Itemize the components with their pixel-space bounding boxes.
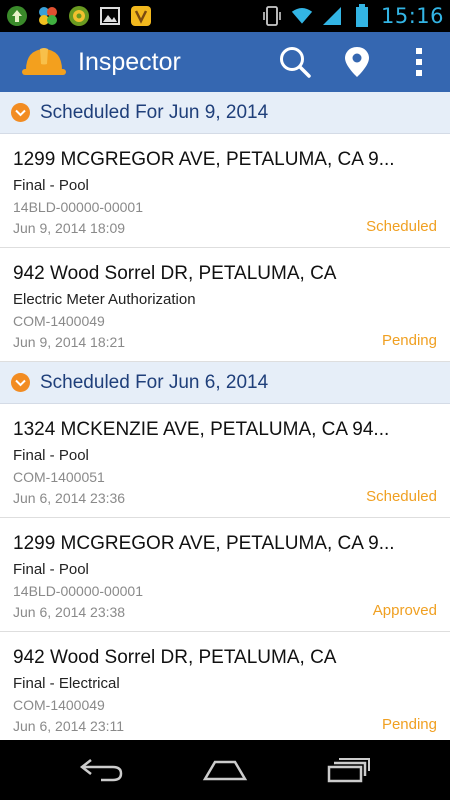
- item-type: Final - Electrical: [13, 675, 120, 692]
- back-icon: [79, 759, 122, 782]
- settings-app-icon: [68, 5, 90, 27]
- recent-apps-icon: [328, 758, 371, 783]
- notification-icons: [6, 5, 152, 27]
- home-button[interactable]: [190, 745, 260, 795]
- status-badge: Approved: [372, 602, 437, 619]
- overflow-menu-icon: [416, 48, 422, 76]
- clock: 15:16: [380, 4, 444, 28]
- action-bar: Inspector: [0, 32, 450, 92]
- section-header[interactable]: Scheduled For Jun 9, 2014: [0, 92, 450, 134]
- item-id: 14BLD-00000-00001: [13, 583, 143, 599]
- status-badge: Scheduled: [366, 218, 437, 235]
- inspection-list[interactable]: Scheduled For Jun 9, 2014 1299 MCGREGOR …: [0, 92, 450, 740]
- item-address: 1299 MCGREGOR AVE, PETALUMA, CA 9...: [13, 149, 395, 170]
- item-type: Final - Pool: [13, 177, 89, 194]
- item-address: 1299 MCGREGOR AVE, PETALUMA, CA 9...: [13, 533, 395, 554]
- item-address: 1324 MCKENZIE AVE, PETALUMA, CA 94...: [13, 419, 390, 440]
- item-id: COM-1400049: [13, 313, 105, 329]
- item-date: Jun 6, 2014 23:11: [13, 718, 125, 734]
- status-badge: Scheduled: [366, 488, 437, 505]
- app-title: Inspector: [78, 47, 181, 76]
- list-item[interactable]: 942 Wood Sorrel DR, PETALUMA, CA Electri…: [0, 248, 450, 362]
- item-id: COM-1400051: [13, 469, 105, 485]
- vibrate-icon: [261, 5, 283, 27]
- list-item[interactable]: 1299 MCGREGOR AVE, PETALUMA, CA 9... Fin…: [0, 518, 450, 632]
- back-button[interactable]: [67, 745, 137, 795]
- gallery-icon: [99, 5, 121, 27]
- app-icon: [130, 5, 152, 27]
- section-title: Scheduled For Jun 9, 2014: [40, 101, 269, 123]
- location-button[interactable]: [326, 32, 388, 92]
- chevron-down-icon: [11, 373, 30, 392]
- navigation-bar: [0, 740, 450, 800]
- item-date: Jun 9, 2014 18:21: [13, 334, 126, 350]
- list-item[interactable]: 1299 MCGREGOR AVE, PETALUMA, CA 9... Fin…: [0, 134, 450, 248]
- search-button[interactable]: [264, 32, 326, 92]
- item-type: Electric Meter Authorization: [13, 291, 196, 308]
- item-id: 14BLD-00000-00001: [13, 199, 143, 215]
- chevron-down-icon: [11, 103, 30, 122]
- list-item[interactable]: 942 Wood Sorrel DR, PETALUMA, CA Final -…: [0, 632, 450, 740]
- status-badge: Pending: [381, 332, 437, 349]
- windmill-icon: [37, 5, 59, 27]
- item-address: 942 Wood Sorrel DR, PETALUMA, CA: [13, 647, 337, 668]
- battery-icon: [351, 4, 373, 27]
- list-item[interactable]: 1324 MCKENZIE AVE, PETALUMA, CA 94... Fi…: [0, 404, 450, 518]
- search-icon: [280, 47, 311, 78]
- hard-hat-icon[interactable]: [20, 42, 68, 82]
- item-type: Final - Pool: [13, 447, 89, 464]
- item-type: Final - Pool: [13, 561, 89, 578]
- wifi-icon: [291, 5, 313, 27]
- home-icon: [202, 760, 248, 781]
- item-address: 942 Wood Sorrel DR, PETALUMA, CA: [13, 263, 337, 284]
- location-pin-icon: [345, 47, 369, 77]
- overflow-menu-button[interactable]: [388, 32, 450, 92]
- item-id: COM-1400049: [13, 697, 105, 713]
- section-title: Scheduled For Jun 6, 2014: [40, 371, 269, 393]
- upload-icon: [6, 5, 28, 27]
- recent-apps-button[interactable]: [313, 745, 383, 795]
- status-badge: Pending: [381, 716, 437, 733]
- signal-icon: [321, 5, 343, 27]
- section-header[interactable]: Scheduled For Jun 6, 2014: [0, 362, 450, 404]
- status-bar: 15:16: [0, 0, 450, 32]
